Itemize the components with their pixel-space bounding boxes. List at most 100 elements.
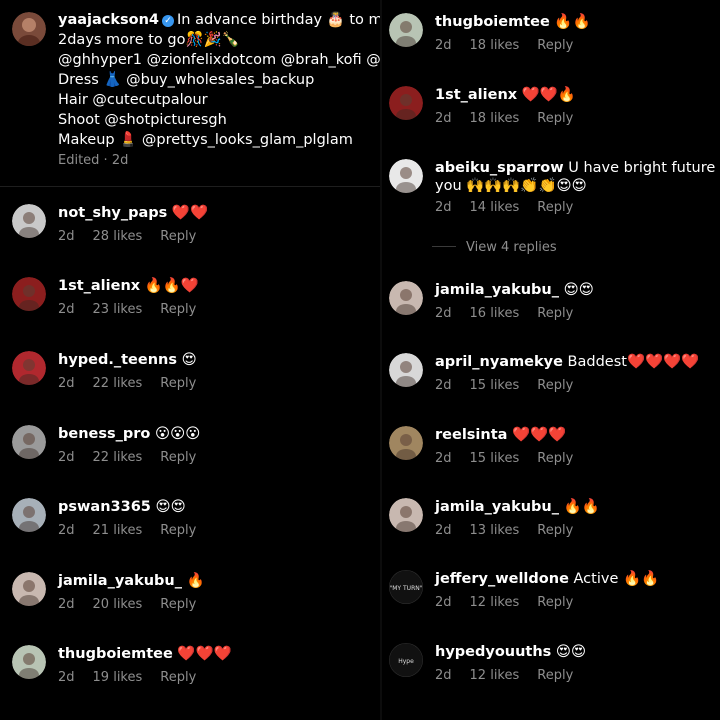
comment-line: not_shy_paps ❤️❤️ [58,203,208,223]
reply-button[interactable]: Reply [160,376,196,391]
comment-meta: 2d 20 likes Reply [58,597,196,612]
comment-line: jamila_yakubu_ 😍😍 [435,280,594,300]
comment-item: "MY TURN" jeffery_welldone Active 🔥🔥 2d 12 … [389,570,719,630]
comment-time: 2d [58,302,75,317]
comment-username[interactable]: abeiku_sparrow [435,160,564,176]
caption-line[interactable]: Hair @cutecutpalour [58,90,380,110]
avatar[interactable] [12,351,46,385]
comment-username[interactable]: april_nyamekye [435,354,563,370]
avatar[interactable] [389,498,423,532]
view-replies-button[interactable]: View 4 replies [432,240,557,255]
comment-line: hyped._teenns 😍 [58,350,197,370]
comment-likes[interactable]: 15 likes [470,451,520,466]
comment-item: hyped._teenns 😍 2d 22 likes Reply [12,351,372,411]
avatar[interactable] [389,159,423,193]
comment-username[interactable]: thugboiemtee [58,646,173,662]
comment-username[interactable]: jamila_yakubu_ [435,282,559,298]
reply-button[interactable]: Reply [160,450,196,465]
comment-likes[interactable]: 22 likes [93,450,143,465]
caption-avatar[interactable] [12,12,46,46]
comment-item: thugboiemtee 🔥🔥 2d 18 likes Reply [389,13,719,73]
comment-username[interactable]: hyped._teenns [58,352,177,368]
comment-line: jamila_yakubu_ 🔥🔥 [435,497,600,517]
view-replies-label[interactable]: View 4 replies [466,240,557,255]
comment-likes[interactable]: 13 likes [470,523,520,538]
comment-username[interactable]: hypedyouuths [435,644,551,660]
comment-likes[interactable]: 14 likes [470,200,520,215]
comment-username[interactable]: jamila_yakubu_ [58,573,182,589]
reply-button[interactable]: Reply [160,670,196,685]
reply-button[interactable]: Reply [160,229,196,244]
reply-button[interactable]: Reply [537,523,573,538]
avatar[interactable]: "MY TURN" [389,570,423,604]
comment-likes[interactable]: 28 likes [93,229,143,244]
reply-button[interactable]: Reply [537,668,573,683]
avatar[interactable] [12,425,46,459]
caption-line[interactable]: Makeup 💄 @prettys_looks_glam_plglam [58,130,380,150]
comment-text: 🔥 [186,573,205,589]
avatar[interactable] [389,13,423,47]
comment-likes[interactable]: 19 likes [93,670,143,685]
comment-meta: 2d 16 likes Reply [435,306,573,321]
reply-button[interactable]: Reply [537,451,573,466]
comment-username[interactable]: pswan3365 [58,499,151,515]
comment-meta: 2d 22 likes Reply [58,376,196,391]
comment-text: Baddest❤️❤️❤️❤️ [567,354,700,370]
comment-text: 😍😍 [555,644,587,660]
comment-likes[interactable]: 21 likes [93,523,143,538]
caption-username[interactable]: yaajackson4 [58,12,159,28]
caption-line[interactable]: Shoot @shotpicturesgh [58,110,380,130]
comment-time: 2d [435,523,452,538]
svg-text:Hype: Hype [398,658,414,665]
comment-likes[interactable]: 15 likes [470,378,520,393]
comment-item: 1st_alienx ❤️❤️🔥 2d 18 likes Reply [389,86,719,146]
comment-meta: 2d 13 likes Reply [435,523,573,538]
comment-likes[interactable]: 20 likes [93,597,143,612]
comment-line: 1st_alienx 🔥🔥❤️ [58,276,199,296]
caption-line: In advance birthday 🎂 to me❤ [177,12,380,28]
comment-likes[interactable]: 18 likes [470,111,520,126]
right-comment-column: thugboiemtee 🔥🔥 2d 18 likes Reply 1st_alienx… [382,0,720,720]
comment-username[interactable]: thugboiemtee [435,14,550,30]
comment-likes[interactable]: 18 likes [470,38,520,53]
comment-item: thugboiemtee ❤️❤️❤️ 2d 19 likes Reply [12,645,372,705]
avatar[interactable]: Hype [389,643,423,677]
reply-button[interactable]: Reply [537,378,573,393]
reply-button[interactable]: Reply [160,523,196,538]
comment-likes[interactable]: 23 likes [93,302,143,317]
reply-button[interactable]: Reply [537,200,573,215]
comment-username[interactable]: 1st_alienx [58,278,140,294]
avatar[interactable] [389,281,423,315]
comment-likes[interactable]: 12 likes [470,595,520,610]
comment-username[interactable]: jamila_yakubu_ [435,499,559,515]
avatar[interactable] [12,277,46,311]
reply-button[interactable]: Reply [537,111,573,126]
reply-button[interactable]: Reply [160,597,196,612]
avatar[interactable] [12,204,46,238]
comment-likes[interactable]: 22 likes [93,376,143,391]
avatar[interactable] [389,86,423,120]
comment-username[interactable]: reelsinta [435,427,507,443]
comment-meta: 2d 18 likes Reply [435,38,573,53]
reply-button[interactable]: Reply [537,38,573,53]
avatar[interactable] [389,426,423,460]
comment-likes[interactable]: 16 likes [470,306,520,321]
comment-line: 1st_alienx ❤️❤️🔥 [435,85,576,105]
comment-username[interactable]: not_shy_paps [58,205,167,221]
comment-text: 😍😍 [155,499,186,515]
comment-username[interactable]: 1st_alienx [435,87,517,103]
comment-username[interactable]: jeffery_welldone [435,571,569,587]
comment-likes[interactable]: 12 likes [470,668,520,683]
reply-button[interactable]: Reply [160,302,196,317]
caption-line[interactable]: @ghhyper1 @zionfelixdotcom @brah_kofi @g [58,50,380,70]
caption-line[interactable]: Dress 👗 @buy_wholesales_backup [58,70,380,90]
avatar[interactable] [389,353,423,387]
avatar[interactable] [12,645,46,679]
comment-username[interactable]: beness_pro [58,426,150,442]
avatar[interactable] [12,498,46,532]
avatar[interactable] [12,572,46,606]
reply-button[interactable]: Reply [537,306,573,321]
left-comment-column: yaajackson4✓In advance birthday 🎂 to me❤… [0,0,380,720]
comment-item: pswan3365 😍😍 2d 21 likes Reply [12,498,372,558]
reply-button[interactable]: Reply [537,595,573,610]
